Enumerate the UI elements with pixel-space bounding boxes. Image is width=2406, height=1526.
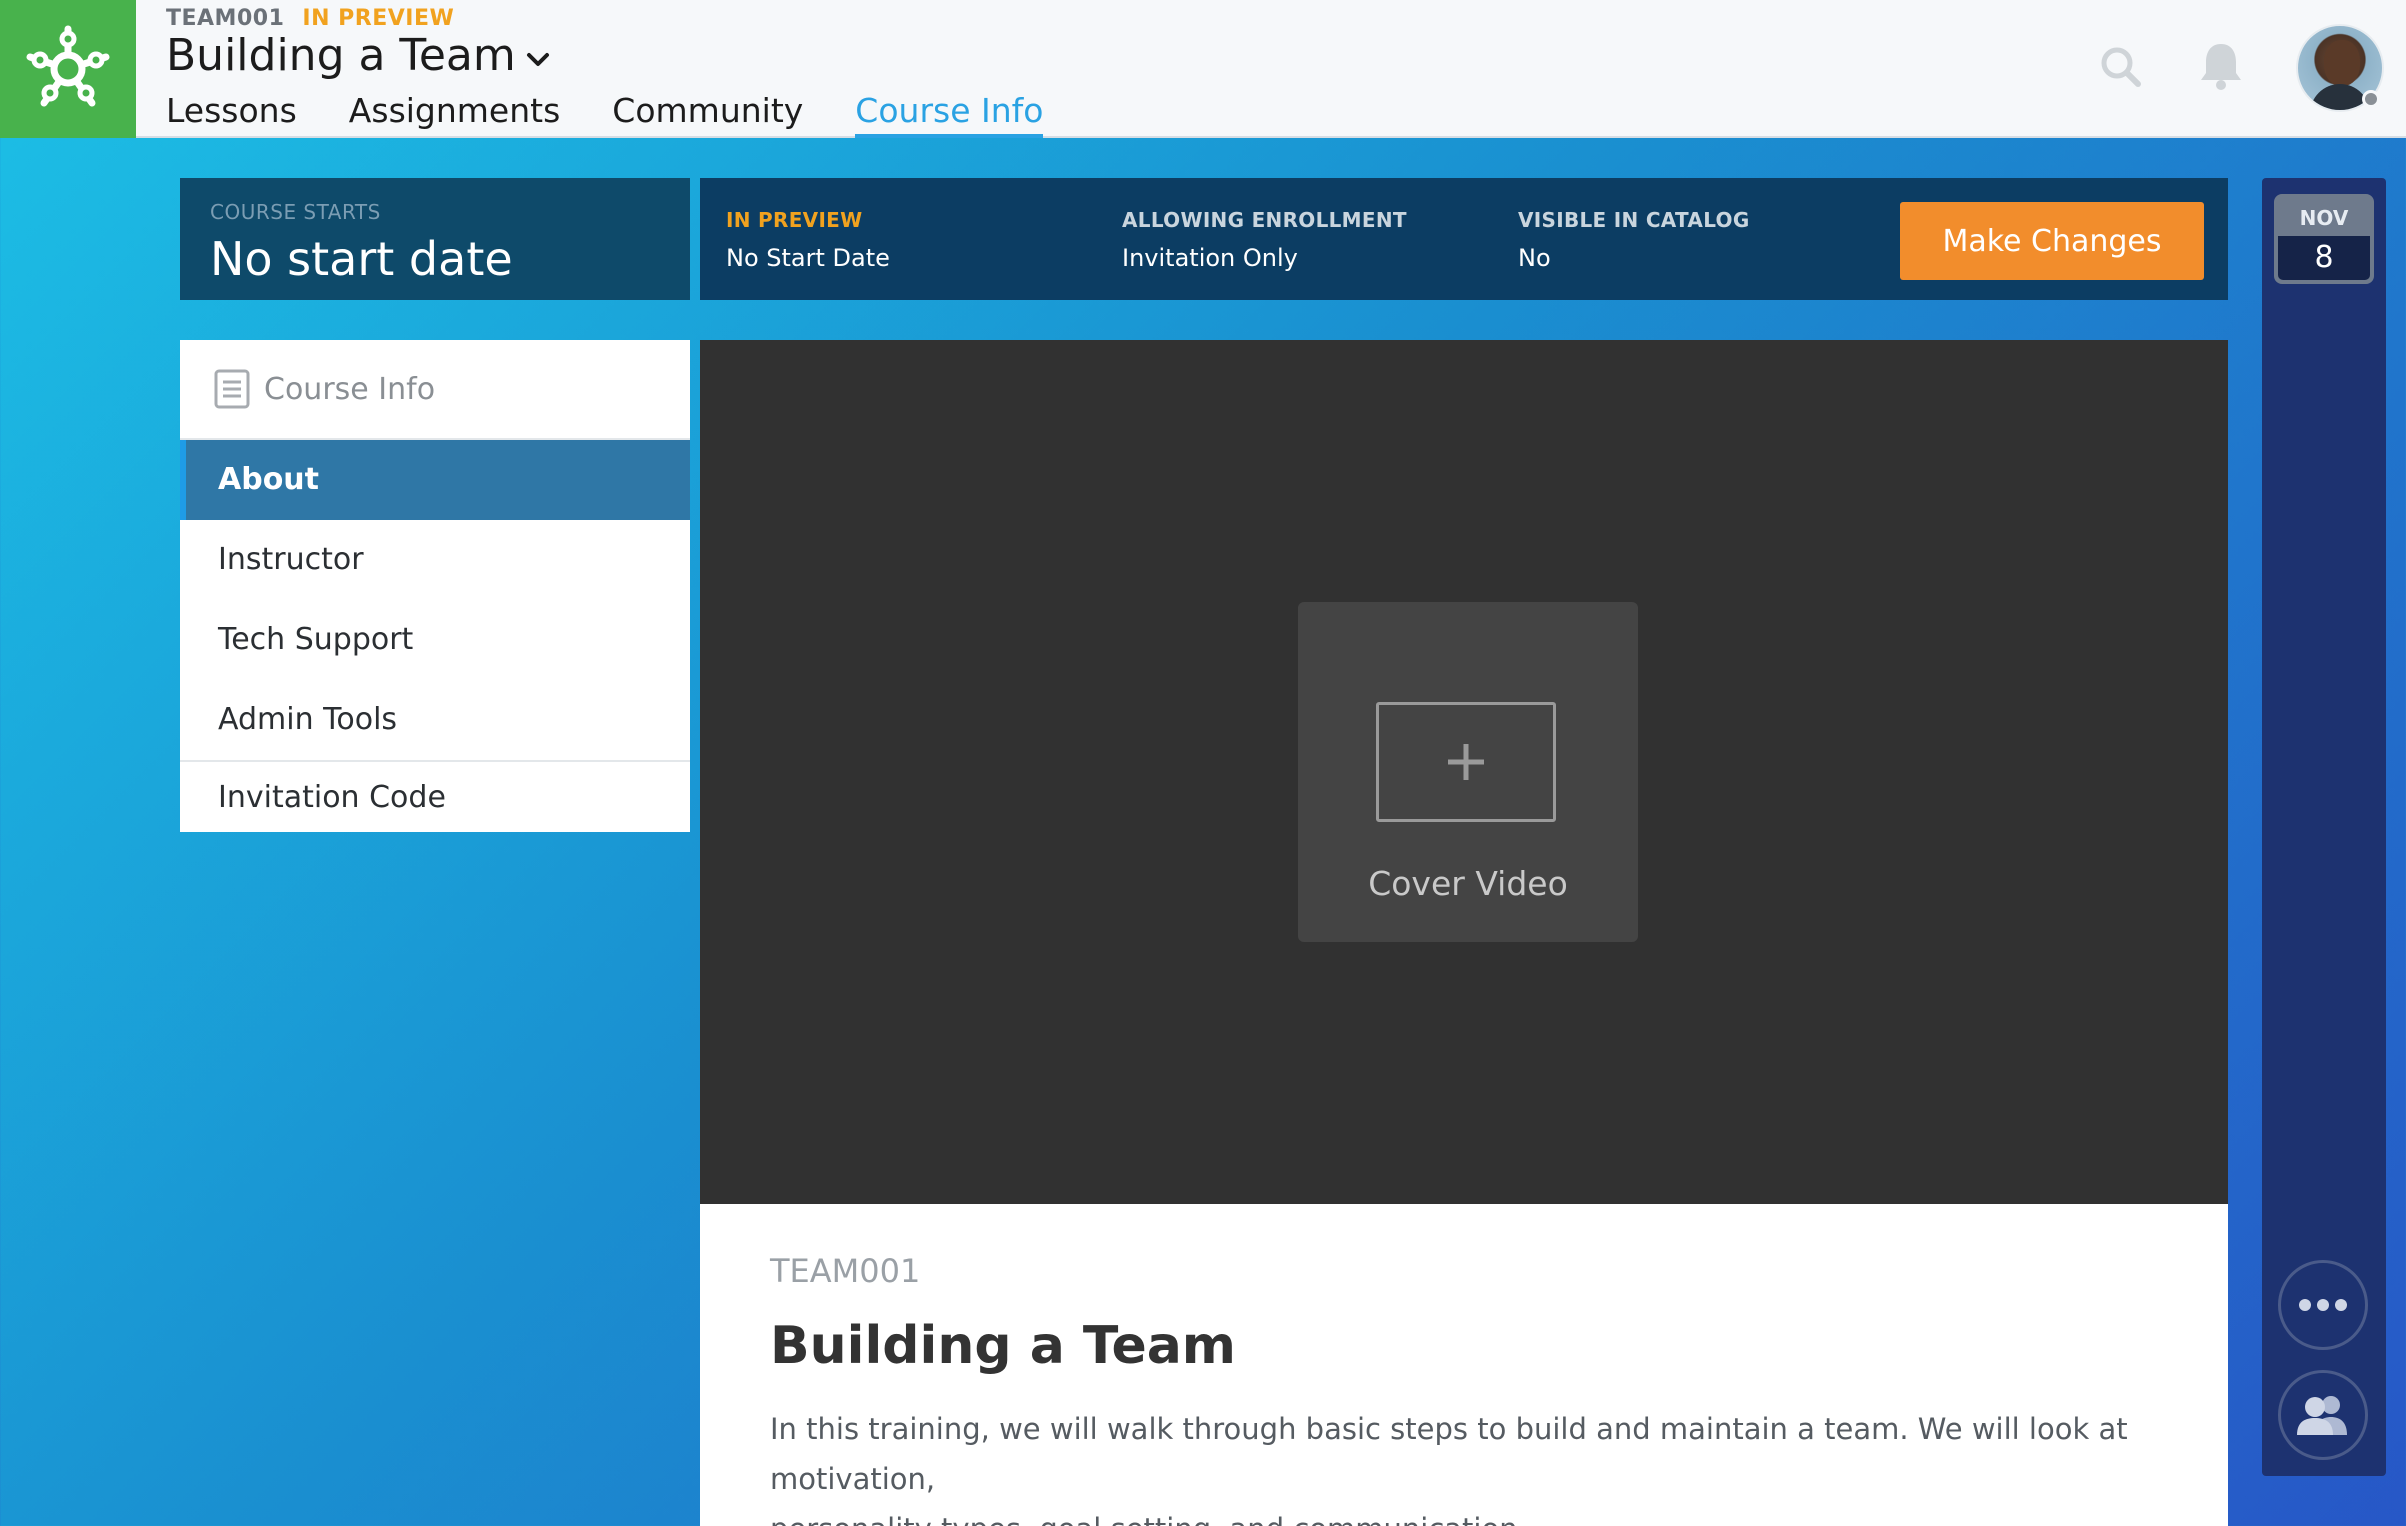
right-rail: NOV 8 xyxy=(2262,178,2386,1476)
sidebar-item-invitation-code[interactable]: Invitation Code xyxy=(180,760,690,832)
tab-lessons[interactable]: Lessons xyxy=(166,86,297,138)
chevron-down-icon xyxy=(526,52,549,66)
logo-star-icon xyxy=(26,25,110,107)
course-title: Building a Team xyxy=(166,30,516,81)
enrollment-label: ALLOWING ENROLLMENT xyxy=(1122,208,1407,232)
avatar-face xyxy=(2324,40,2360,86)
course-starts-label: COURSE STARTS xyxy=(210,200,381,224)
sidebar-item-instructor[interactable]: Instructor xyxy=(180,520,690,600)
in-preview-value: No Start Date xyxy=(726,244,890,272)
more-dots-icon xyxy=(2299,1299,2347,1311)
people-icon xyxy=(2297,1396,2347,1435)
course-status-badge: IN PREVIEW xyxy=(302,6,455,31)
course-starts-value: No start date xyxy=(210,232,513,286)
top-header: TEAM001 IN PREVIEW Building a Team Lesson… xyxy=(0,0,2406,138)
enrollment-value: Invitation Only xyxy=(1122,244,1298,272)
catalog-value: No xyxy=(1518,244,1551,272)
calendar-date-card[interactable]: NOV 8 xyxy=(2274,194,2374,284)
course-code-label: TEAM001 xyxy=(770,1252,921,1290)
add-cover-video-button[interactable]: Cover Video xyxy=(1298,602,1638,942)
presence-indicator xyxy=(2362,90,2380,108)
make-changes-button[interactable]: Make Changes xyxy=(1900,202,2204,280)
tab-course-info[interactable]: Course Info xyxy=(855,86,1044,138)
course-code: TEAM001 xyxy=(166,6,285,31)
cover-video-label: Cover Video xyxy=(1368,864,1568,903)
sidebar-item-admin-tools[interactable]: Admin Tools xyxy=(180,680,690,760)
avatar-shirt xyxy=(2310,84,2370,110)
course-info-sidebar: Course Info About Instructor Tech Suppor… xyxy=(180,340,690,832)
app-logo[interactable] xyxy=(0,0,136,138)
calendar-month: NOV xyxy=(2299,206,2349,230)
course-description-line-2: personality types, goal setting, and com… xyxy=(770,1504,2158,1526)
in-preview-status: IN PREVIEW No Start Date xyxy=(726,208,890,272)
tab-assignments[interactable]: Assignments xyxy=(349,86,561,138)
sidebar-item-tech-support[interactable]: Tech Support xyxy=(180,600,690,680)
course-about-content: TEAM001 Building a Team In this training… xyxy=(700,1204,2228,1526)
course-switcher[interactable]: Building a Team xyxy=(166,30,552,81)
bell-icon[interactable] xyxy=(2196,40,2246,92)
plus-icon xyxy=(1448,744,1484,780)
in-preview-label: IN PREVIEW xyxy=(726,208,863,232)
course-meta: TEAM001 IN PREVIEW xyxy=(166,6,454,31)
more-options-button[interactable] xyxy=(2278,1260,2368,1350)
cover-video-area: Cover Video xyxy=(700,340,2228,1204)
course-about-title: Building a Team xyxy=(770,1316,1236,1376)
course-description: In this training, we will walk through b… xyxy=(770,1404,2158,1526)
catalog-label: VISIBLE IN CATALOG xyxy=(1518,208,1750,232)
enrollment-status: ALLOWING ENROLLMENT Invitation Only xyxy=(1122,208,1407,272)
course-description-line-1: In this training, we will walk through b… xyxy=(770,1412,2128,1496)
calendar-day: 8 xyxy=(2278,236,2370,280)
sidebar-header-label: Course Info xyxy=(264,371,436,407)
sidebar-header: Course Info xyxy=(180,340,690,440)
people-button[interactable] xyxy=(2278,1370,2368,1460)
document-icon xyxy=(214,369,250,409)
course-nav: Lessons Assignments Community Course Inf… xyxy=(166,86,1095,138)
tab-community[interactable]: Community xyxy=(612,86,803,138)
sidebar-item-about[interactable]: About xyxy=(180,440,690,520)
catalog-status: VISIBLE IN CATALOG No xyxy=(1518,208,1750,272)
video-frame xyxy=(1376,702,1556,822)
course-starts-panel: COURSE STARTS No start date xyxy=(180,178,690,300)
search-icon[interactable] xyxy=(2098,44,2144,90)
